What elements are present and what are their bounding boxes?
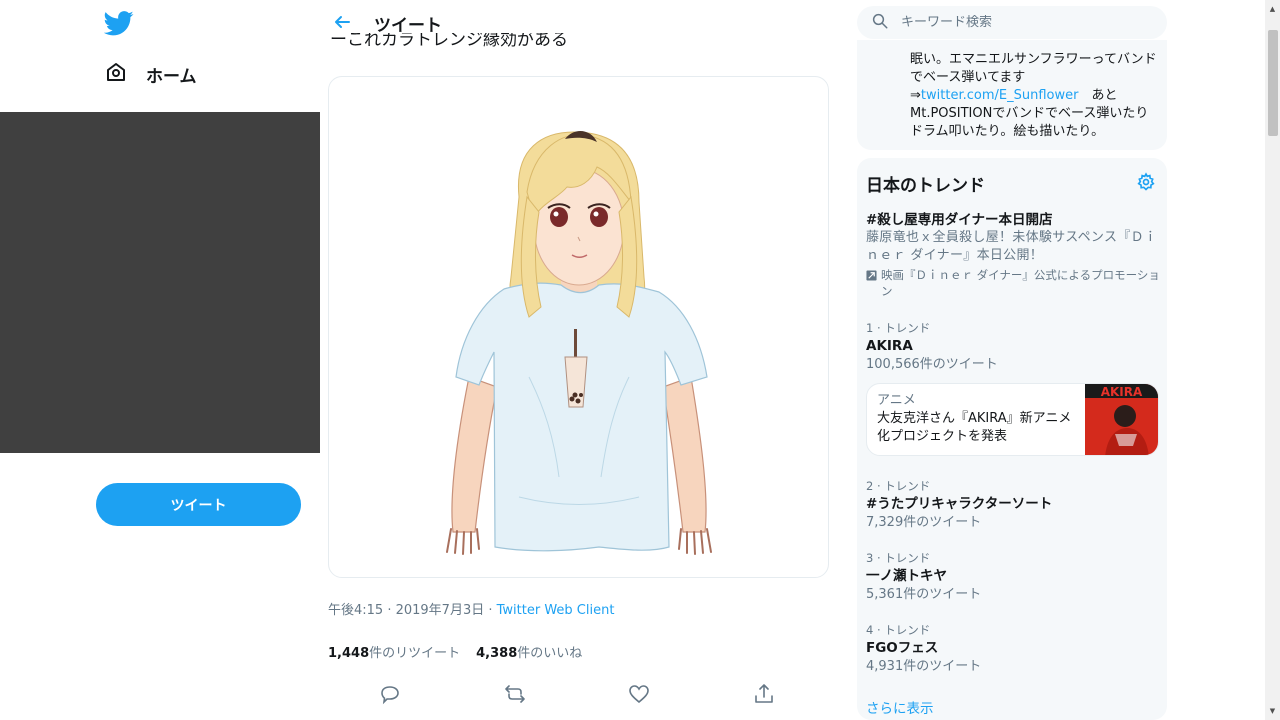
trend-promoted[interactable]: #殺し屋専用ダイナー本日開店 藤原竜也ｘ全員殺し屋！未体験サスペンス『Ｄｉｎｅｒ… [866, 211, 1162, 299]
trend-item-3[interactable]: 3 · トレンド 一ノ瀬トキヤ 5,361件のツイート [866, 550, 1162, 604]
tweet-timestamp: 午後4:15 · 2019年7月3日 · Twitter Web Client [328, 599, 614, 618]
trend-meta: 1 · トレンド [866, 321, 931, 335]
trend-count: 5,361件のツイート [866, 587, 982, 602]
tweet-button[interactable]: ツイート [96, 483, 301, 526]
trend-item-2[interactable]: 2 · トレンド #うたプリキャラクターソート 7,329件のツイート [866, 478, 1162, 532]
bio-link[interactable]: twitter.com/E_Sunflower [921, 88, 1079, 103]
like-stat[interactable]: 4,388件のいいね [476, 642, 582, 661]
scroll-up-icon[interactable]: ▲ [1266, 2, 1279, 16]
promoted-icon [866, 267, 877, 299]
trend-name: AKIRA [866, 338, 913, 354]
trend-meta: 4 · トレンド [866, 623, 931, 637]
tweet-stats: 1,448件のリツイート 4,388件のいいね [328, 642, 582, 661]
trend-count: 7,329件のツイート [866, 515, 982, 530]
search-icon [871, 12, 889, 34]
trend-meta: 3 · トレンド [866, 551, 931, 565]
nav-home[interactable]: ホーム [104, 58, 197, 90]
tweet-time: 午後4:15 · 2019年7月3日 · [328, 603, 497, 618]
trends-title: 日本のトレンド [866, 176, 985, 196]
reply-icon[interactable] [378, 682, 404, 708]
scroll-down-icon[interactable]: ▼ [1266, 704, 1279, 718]
like-icon[interactable] [627, 682, 653, 708]
trend-meta: 2 · トレンド [866, 479, 931, 493]
news-card[interactable]: アニメ 大友克洋さん『AKIRA』新アニメ化プロジェクトを発表 AKIRA [866, 383, 1159, 456]
tweet-image[interactable] [328, 76, 829, 578]
trend-promoted-description: 藤原竜也ｘ全員殺し屋！未体験サスペンス『Ｄｉｎｅｒ ダイナー』本日公開！ [866, 230, 1158, 263]
search-box[interactable] [857, 6, 1167, 39]
promoted-label: 映画『Ｄｉｎｅｒ ダイナー』公式によるプロモーション [881, 268, 1160, 298]
trend-name: FGOフェス [866, 640, 939, 656]
tweet-text-clipped: ーこれカラトレンジ縁効がある [330, 33, 568, 47]
retweet-icon[interactable] [503, 682, 529, 708]
tweet-actions [378, 682, 778, 708]
trend-name: 一ノ瀬トキヤ [866, 568, 947, 584]
show-more-link[interactable]: さらに表示 [866, 697, 934, 717]
trend-count: 100,566件のツイート [866, 357, 998, 372]
nav-home-label: ホーム [146, 66, 197, 87]
search-input[interactable] [901, 15, 1141, 30]
news-thumbnail: AKIRA [1085, 384, 1158, 455]
news-category: アニメ [877, 393, 916, 408]
back-arrow-icon[interactable] [330, 10, 354, 34]
trend-item-1[interactable]: 1 · トレンド AKIRA 100,566件のツイート [866, 320, 1162, 374]
trend-name: #うたプリキャラクターソート [866, 496, 1053, 512]
profile-bio: 眠い。エマニエルサンフラワーってバンド でベース弾いてます ⇒twitter.c… [910, 52, 1157, 139]
trend-count: 4,931件のツイート [866, 659, 982, 674]
retweet-stat[interactable]: 1,448件のリツイート [328, 642, 460, 661]
gear-icon[interactable] [1136, 172, 1156, 192]
home-icon [104, 60, 128, 88]
trend-promoted-hashtag: #殺し屋専用ダイナー本日開店 [866, 212, 1053, 228]
scrollbar-thumb[interactable] [1268, 30, 1278, 136]
share-icon[interactable] [752, 682, 778, 708]
news-thumb-text: AKIRA [1101, 385, 1143, 399]
twitter-logo-icon[interactable] [103, 8, 134, 38]
news-headline: 大友克洋さん『AKIRA』新アニメ化プロジェクトを発表 [877, 411, 1072, 444]
overlay-panel [0, 112, 320, 453]
tweet-client-link[interactable]: Twitter Web Client [497, 603, 615, 618]
trend-item-4[interactable]: 4 · トレンド FGOフェス 4,931件のツイート [866, 622, 1162, 676]
